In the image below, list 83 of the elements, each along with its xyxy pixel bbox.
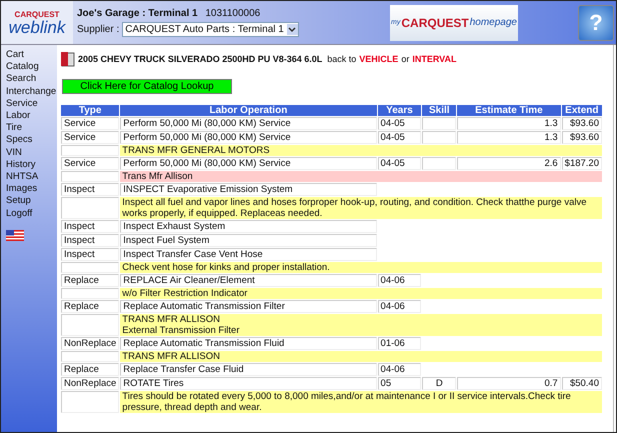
table-cell: NonReplace <box>61 337 120 350</box>
table-cell: Inspect <box>61 248 120 261</box>
flag-icon[interactable] <box>6 230 24 241</box>
table-cell: ROTATE Tires <box>120 377 377 390</box>
table-cell: Inspect Fuel System <box>120 234 377 247</box>
note-cell: Trans Mfr Allison <box>120 171 602 182</box>
sidebar-link[interactable]: Cart <box>6 49 24 62</box>
vehicle-title: 2005 CHEVY TRUCK SILVERADO 2500HD PU V8-364 6.0L <box>78 54 322 64</box>
table-cell: Service <box>61 131 120 144</box>
table-cell: Replace Automatic Transmission Filter <box>120 300 377 313</box>
table-cell: 04-05 <box>378 117 422 130</box>
table-cell: Replace <box>61 300 120 313</box>
table-cell: Perform 50,000 Mi (80,000 KM) Service <box>120 157 377 170</box>
sidebar-link[interactable]: Labor <box>6 110 30 122</box>
table-cell: Replace Automatic Transmission Fluid <box>120 337 377 350</box>
table-cell: 04-06 <box>378 300 422 313</box>
table-cell: Replace Transfer Case Fluid <box>120 363 377 376</box>
book-icon <box>60 51 75 67</box>
note-cell: Check vent hose for kinks and proper installation. <box>120 262 602 273</box>
table-cell: Inspect Exhaust System <box>120 220 377 233</box>
sidebar-link[interactable]: Catalog <box>6 61 39 74</box>
table-cell: 2.6 <box>457 157 561 170</box>
table-cell: INSPECT Evaporative Emission System <box>120 183 377 196</box>
table-cell: D <box>422 377 456 390</box>
sidebar-link[interactable]: Interchange <box>6 86 56 98</box>
table-cell: 04-06 <box>378 363 422 376</box>
column-header: Type <box>61 105 120 116</box>
table-cell: NonReplace <box>61 377 120 390</box>
chevron-down-icon[interactable] <box>288 26 296 32</box>
note-cell: Tires should be rotated every 5,000 to 8,000 miles,and/or at maintenance I or II service intervals.Check tire pressure, thread depth and wear. <box>120 391 602 413</box>
note-cell: TRANS MFR ALLISON <box>120 351 602 362</box>
sidebar-link[interactable]: History <box>6 158 36 172</box>
column-header: Extend <box>562 105 602 116</box>
table-cell: $93.60 <box>562 131 602 144</box>
or-label: or <box>401 54 410 64</box>
sidebar-link[interactable]: Service <box>6 98 38 110</box>
table-cell: Replace <box>61 363 120 376</box>
catalog-lookup-button[interactable]: Click Here for Catalog Lookup <box>62 79 232 94</box>
garage-name: Joe's Garage : Terminal 1 <box>77 8 198 19</box>
table-cell: Perform 50,000 Mi (80,000 KM) Service <box>120 131 377 144</box>
back-label: back to <box>327 54 356 64</box>
sidebar-link[interactable]: Specs <box>6 134 32 147</box>
table-cell: $93.60 <box>562 117 602 130</box>
sidebar-link[interactable]: Setup <box>6 195 31 208</box>
table-cell: Inspect <box>61 183 120 196</box>
sidebar-link[interactable]: Logoff <box>6 208 32 220</box>
supplier-dropdown[interactable]: CARQUEST Auto Parts : Terminal 1 <box>122 22 299 37</box>
sidebar-link[interactable]: Search <box>6 73 36 86</box>
table-cell: $50.40 <box>562 377 602 390</box>
note-cell: w/o Filter Restriction Indicator <box>120 288 602 299</box>
account-number: 1031100006 <box>205 8 260 19</box>
table-cell: Inspect <box>61 220 120 233</box>
carquest-weblink-logo: CARQUEST weblink <box>1 1 73 44</box>
table-cell: 1.3 <box>457 131 561 144</box>
note-cell: Inspect all fuel and vapor lines and hoses forproper hook-up, routing, and condition. Check thatthe purge valve works properly, if equipped. Replaceas needed. <box>120 197 602 219</box>
sidebar-link[interactable]: NHTSA <box>6 171 38 184</box>
sidebar-link[interactable]: Tire <box>6 122 22 134</box>
table-cell: 1.3 <box>457 117 561 130</box>
supplier-label: Supplier : <box>77 24 120 35</box>
table-cell: 04-06 <box>378 274 422 287</box>
table-cell: 01-06 <box>378 337 422 350</box>
table-cell: Perform 50,000 Mi (80,000 KM) Service <box>120 117 377 130</box>
column-header: Labor Operation <box>120 105 377 116</box>
table-cell: 04-05 <box>378 157 422 170</box>
interval-link[interactable]: INTERVAL <box>412 54 456 64</box>
table-cell: 0.7 <box>457 377 561 390</box>
table-cell: Service <box>61 157 120 170</box>
sidebar-link[interactable]: Images <box>6 183 38 196</box>
table-cell: $187.20 <box>562 157 602 170</box>
table-cell: 05 <box>378 377 422 390</box>
sidebar-link[interactable]: VIN <box>6 146 22 159</box>
column-header: Estimate Time <box>457 105 561 116</box>
table-cell: REPLACE Air Cleaner/Element <box>120 274 377 287</box>
note-cell: TRANS MFR ALLISON External Transmission Filter <box>120 314 602 336</box>
table-cell: Inspect <box>61 234 120 247</box>
table-cell: Service <box>61 117 120 130</box>
table-cell: Replace <box>61 274 120 287</box>
table-cell: Inspect Transfer Case Vent Hose <box>120 248 377 261</box>
column-header: Years <box>378 105 422 116</box>
vehicle-link[interactable]: VEHICLE <box>359 54 398 64</box>
note-cell: TRANS MFR GENERAL MOTORS <box>120 145 602 156</box>
column-header: Skill <box>422 105 456 116</box>
table-cell: 04-05 <box>378 131 422 144</box>
